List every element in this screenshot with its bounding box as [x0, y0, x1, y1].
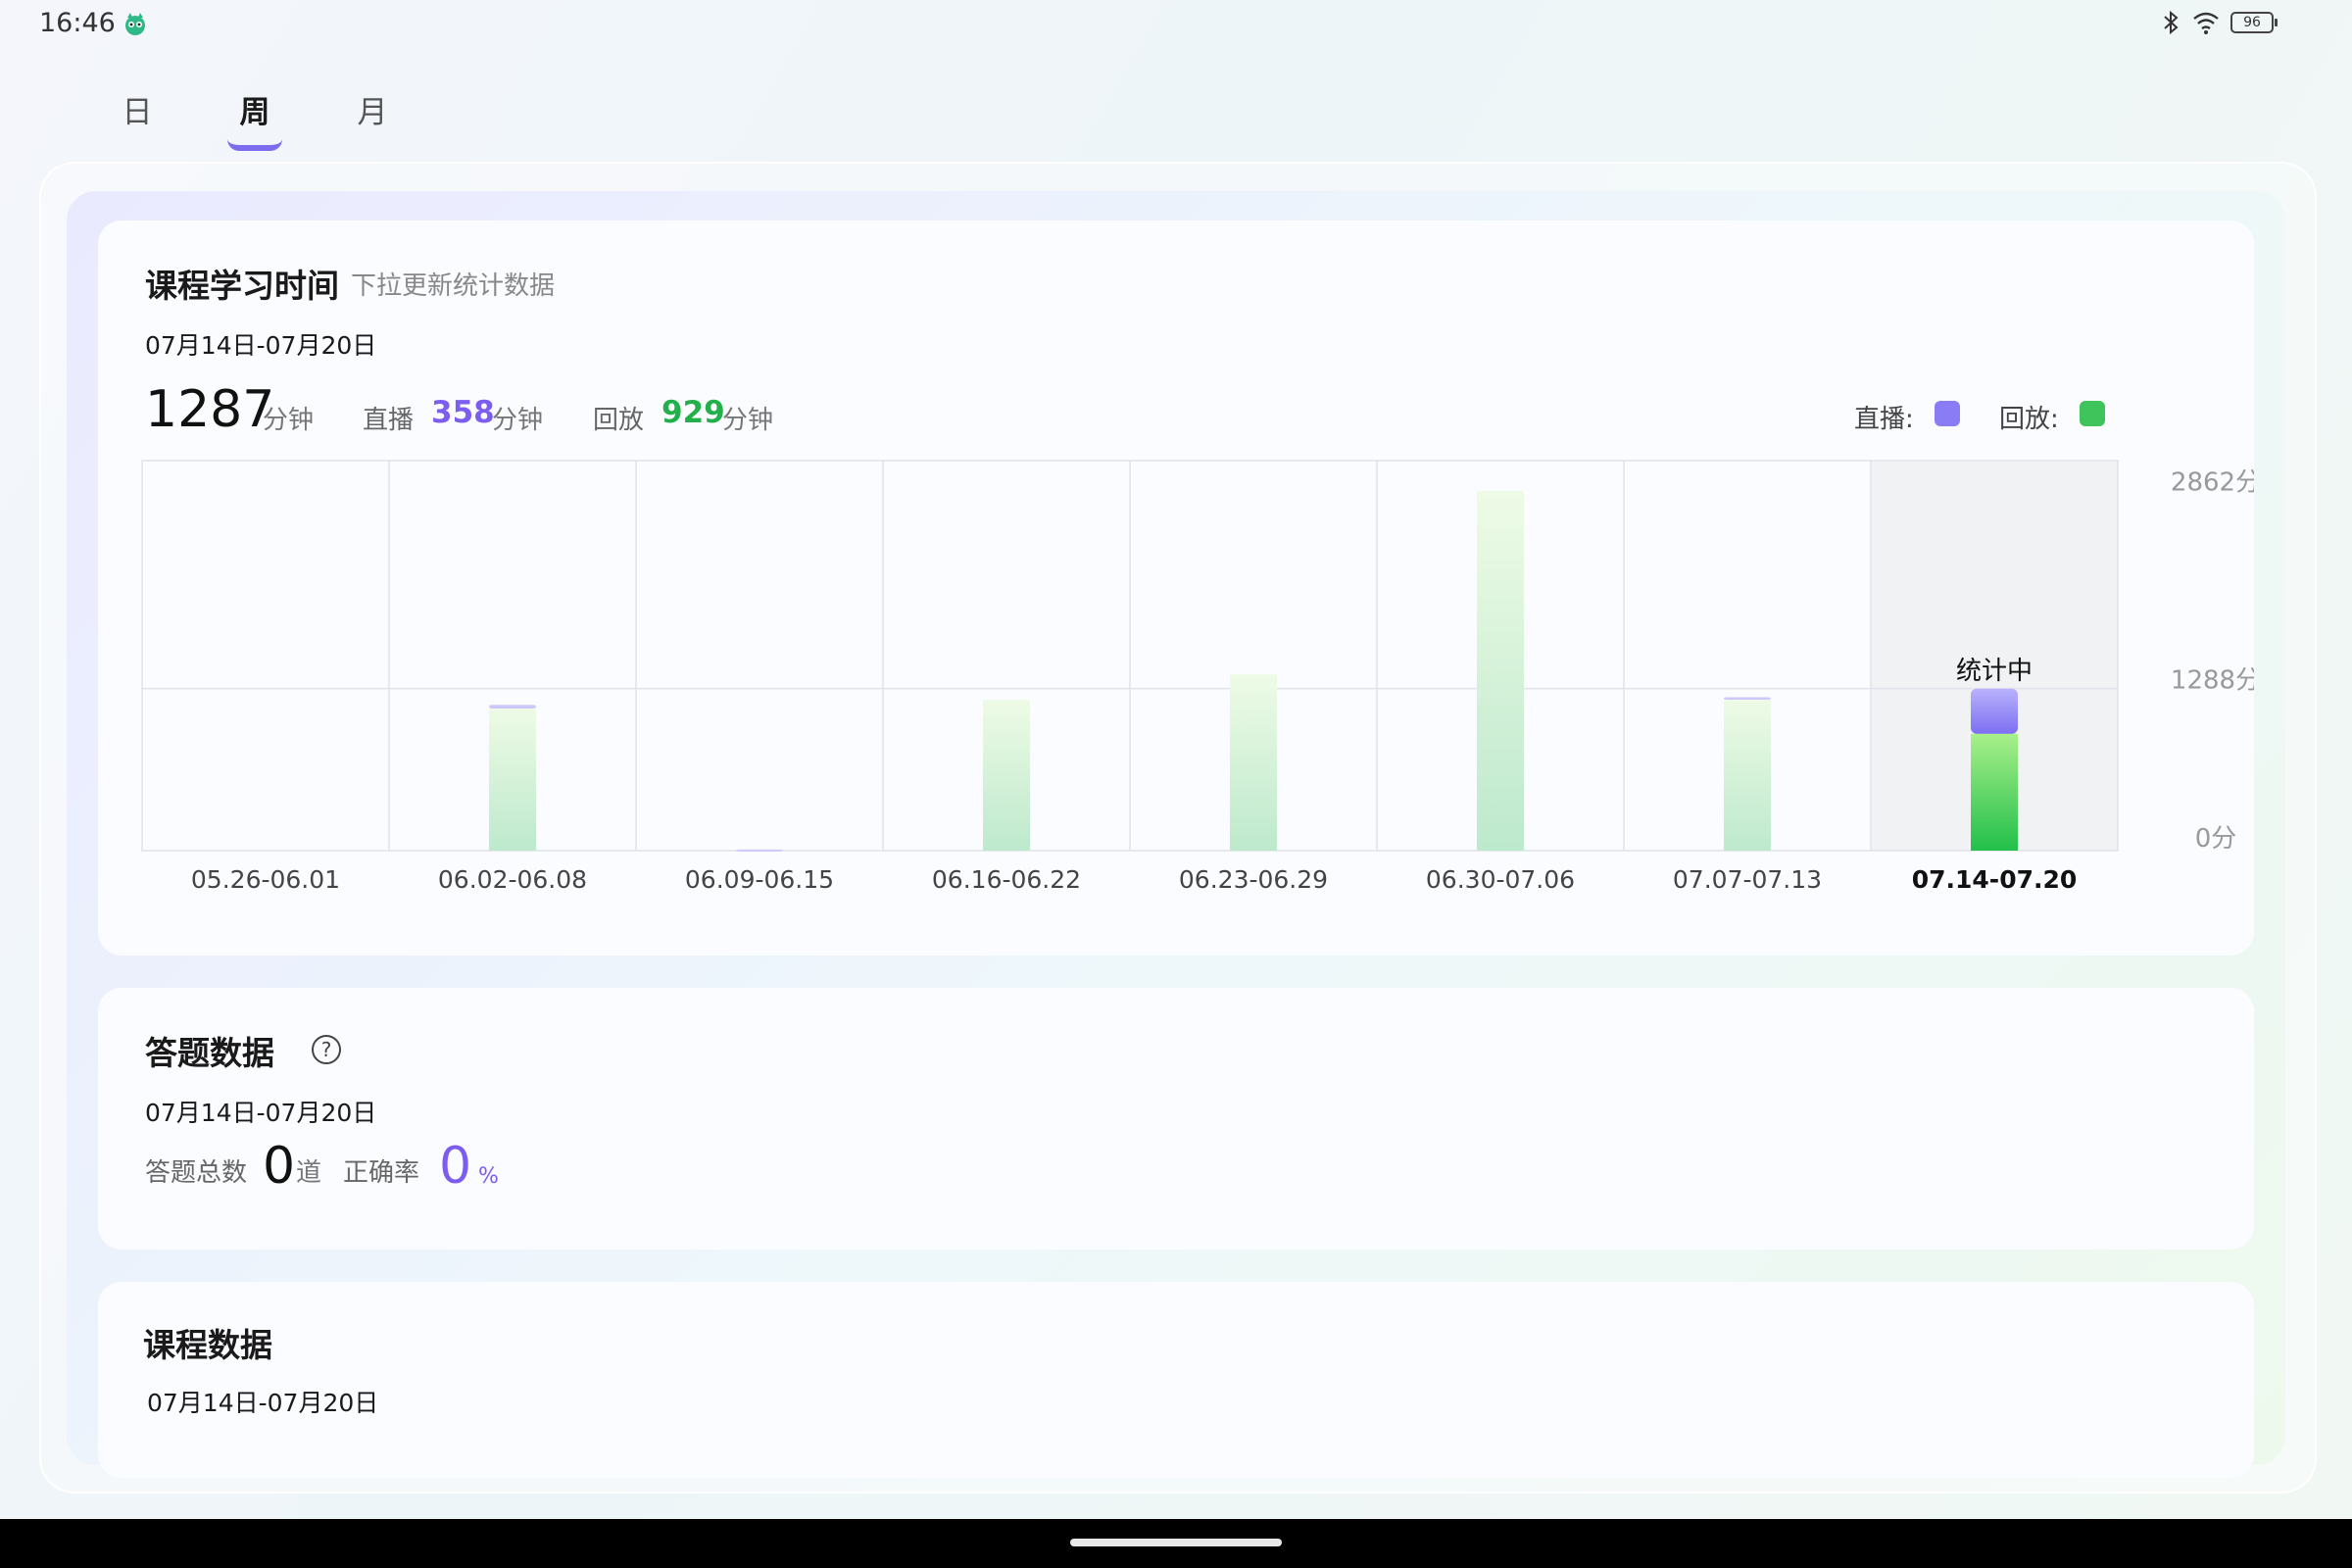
tab-month[interactable]: 月 — [314, 88, 431, 157]
bar-replay — [489, 708, 536, 851]
y-tick-label: 1288分 — [2171, 666, 2254, 696]
quiz-total-unit: 道 — [296, 1158, 322, 1188]
course-card: 课程数据 07月14日-07月20日 — [98, 1282, 2254, 1478]
status-time: 16:46 — [39, 8, 116, 38]
bar-live — [1724, 697, 1771, 700]
x-tick-label: 06.30-07.06 — [1426, 865, 1575, 894]
x-tick-label: 06.02-06.08 — [438, 865, 587, 894]
wifi-icon — [2193, 12, 2219, 34]
y-tick-label: 2862分 — [2171, 468, 2254, 498]
tab-week-label: 周 — [239, 95, 270, 130]
accuracy-label: 正确率 — [343, 1158, 420, 1188]
tab-day[interactable]: 日 — [78, 88, 196, 157]
home-gesture-handle[interactable] — [1070, 1539, 1282, 1546]
weekly-study-chart: 2862分 1288分 0分 05.26-06.01 06.02-06.08 06.09-… — [141, 460, 2254, 894]
tab-day-label: 日 — [122, 95, 153, 130]
x-tick-label: 06.23-06.29 — [1179, 865, 1328, 894]
bar-live — [736, 849, 783, 852]
x-tick-label: 07.14-07.20 — [1912, 865, 2078, 894]
app-mascot-icon — [125, 13, 145, 35]
x-tick-label: 07.07-07.13 — [1673, 865, 1822, 894]
course-title: 课程数据 — [143, 1326, 272, 1364]
bar-replay — [1230, 674, 1277, 851]
bar-replay — [1477, 490, 1524, 851]
quiz-title: 答题数据 — [145, 1034, 274, 1072]
help-icon[interactable]: ? — [312, 1035, 341, 1064]
x-tick-label: 06.09-06.15 — [685, 865, 834, 894]
x-tick-label: 05.26-06.01 — [191, 865, 340, 894]
study-time-card: 课程学习时间 下拉更新统计数据 07月14日-07月20日 1287 分钟 直播… — [98, 220, 2254, 956]
quiz-total-value: 0 — [263, 1137, 296, 1196]
bar-replay — [983, 699, 1030, 851]
status-bar: 16:46 96 — [0, 0, 2352, 55]
x-tick-label: 06.16-06.22 — [932, 865, 1081, 894]
accuracy-value: 0 — [439, 1137, 472, 1196]
y-tick-label: 0分 — [2195, 824, 2237, 854]
system-nav-bar — [0, 1519, 2352, 1568]
bluetooth-icon — [2164, 10, 2179, 35]
period-tabs: 日 周 月 — [78, 88, 431, 157]
battery-icon: 96 — [2230, 12, 2278, 33]
accuracy-unit: % — [478, 1164, 499, 1189]
tab-week[interactable]: 周 — [196, 88, 314, 157]
course-range: 07月14日-07月20日 — [147, 1389, 379, 1417]
bar-live — [1971, 688, 2018, 734]
quiz-range: 07月14日-07月20日 — [145, 1099, 377, 1127]
bar-replay — [1971, 733, 2018, 851]
bar-live — [489, 705, 536, 709]
active-tab-indicator — [227, 139, 282, 151]
in-progress-label: 统计中 — [1956, 657, 2033, 686]
quiz-card: 答题数据 ? 07月14日-07月20日 答题总数 0 道 正确率 0 % — [98, 988, 2254, 1250]
quiz-total-label: 答题总数 — [145, 1158, 248, 1188]
bar-replay — [1724, 699, 1771, 851]
tab-month-label: 月 — [357, 95, 388, 130]
